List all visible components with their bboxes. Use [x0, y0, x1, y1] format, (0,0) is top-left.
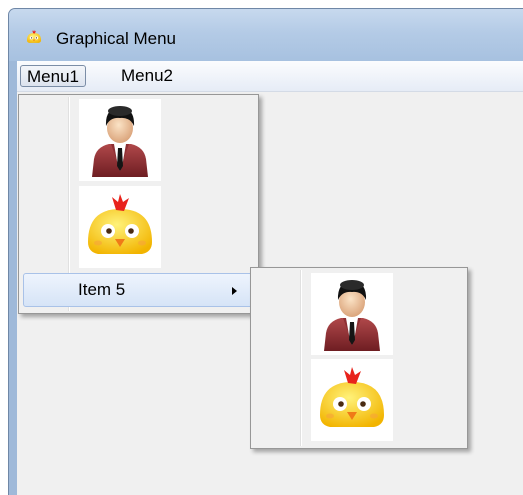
menu-bar: Menu1 Menu2	[17, 61, 523, 92]
businessman-icon	[311, 273, 393, 355]
item5-label: Item 5	[78, 280, 126, 299]
submenu-item-businessman[interactable]	[311, 273, 393, 355]
menu1-dropdown: Item 5	[18, 94, 259, 314]
menu1-item-businessman[interactable]	[79, 99, 161, 181]
submenu-gutter	[300, 270, 302, 446]
menu1-item-item5[interactable]: Item 5	[23, 273, 254, 307]
title-bar[interactable]: Graphical Menu	[9, 9, 523, 61]
businessman-icon	[79, 99, 161, 181]
menu1-button[interactable]: Menu1	[20, 65, 86, 87]
window-title: Graphical Menu	[56, 29, 177, 48]
menu1-item-chick[interactable]	[79, 186, 161, 268]
chick-icon	[311, 359, 393, 441]
menu2-button[interactable]: Menu2	[115, 65, 179, 87]
chick-icon	[79, 186, 161, 268]
chick-icon	[25, 28, 43, 46]
submenu-item-chick[interactable]	[311, 359, 393, 441]
item5-submenu	[250, 267, 468, 449]
submenu-arrow-icon	[232, 287, 237, 295]
